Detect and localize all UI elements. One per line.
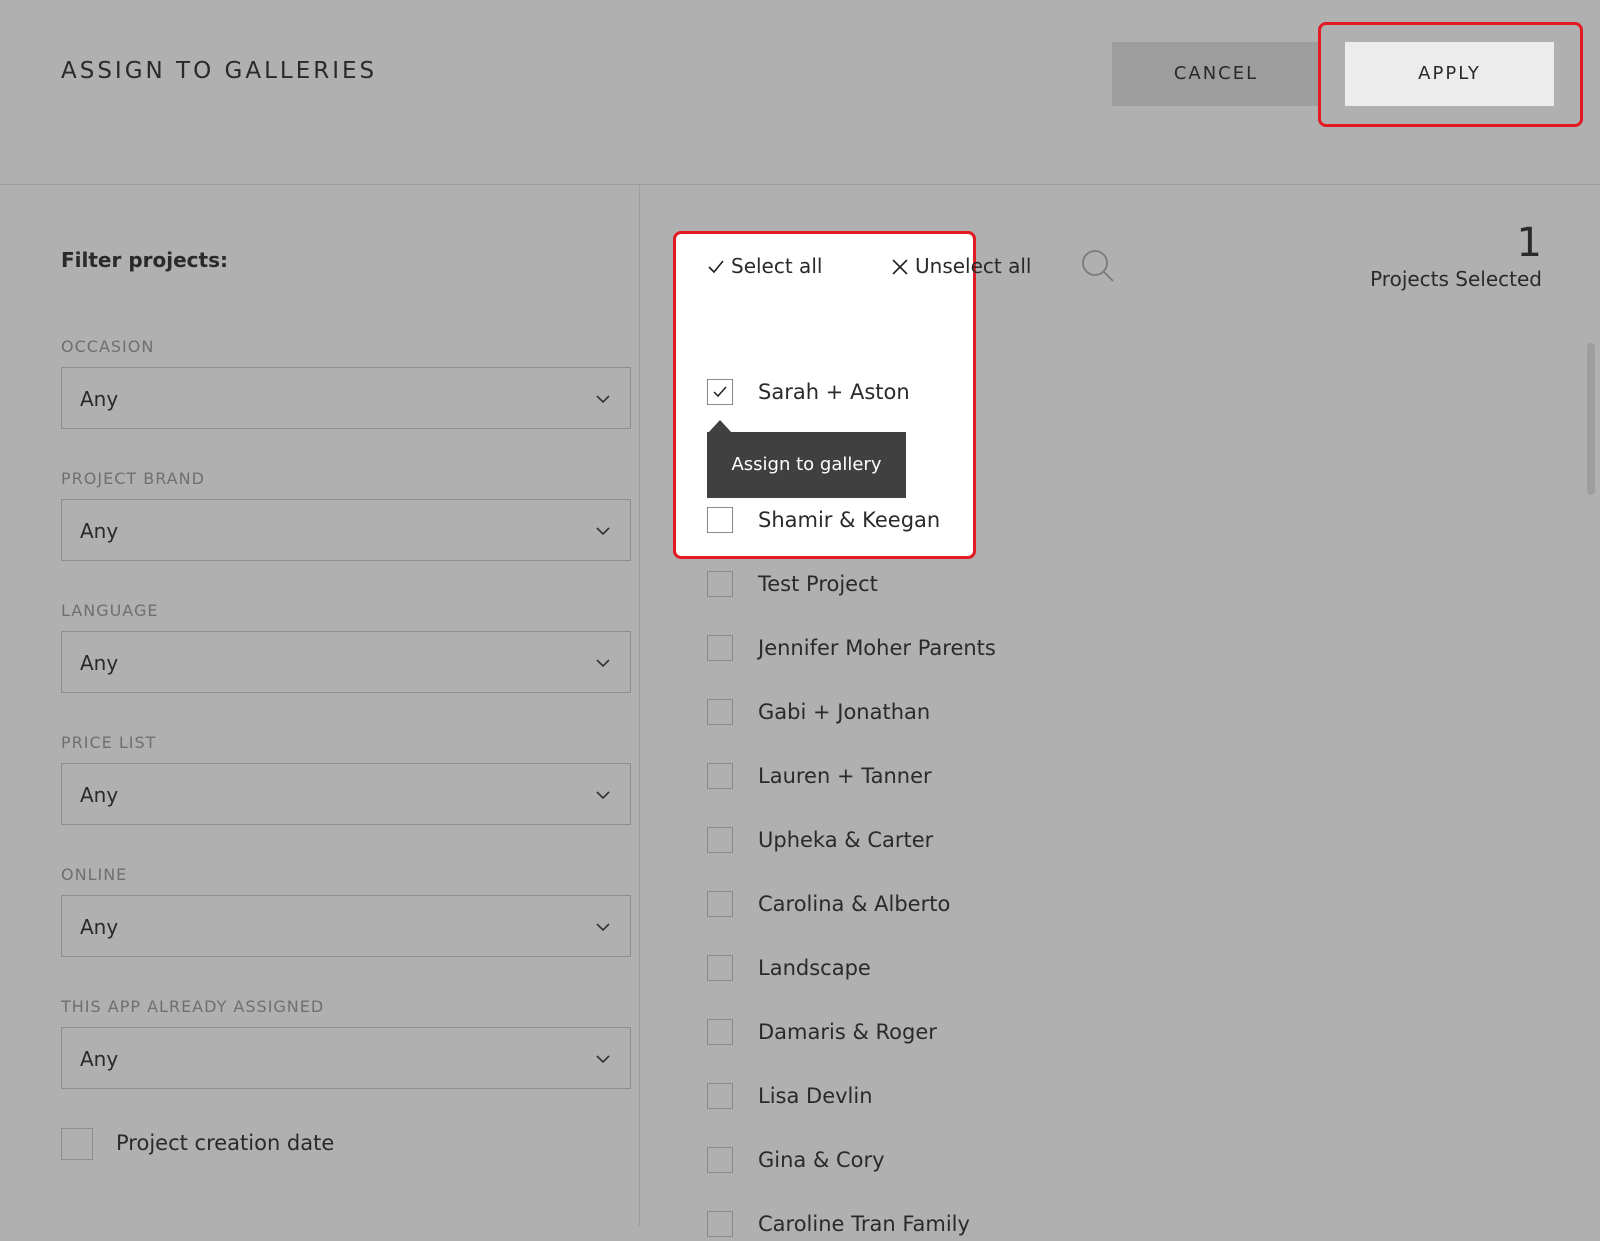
unselect-all-button[interactable]: Unselect all <box>891 254 1031 278</box>
project-row[interactable]: Gabi + Jonathan <box>707 699 1407 729</box>
project-name: Test Project <box>758 572 878 596</box>
project-row[interactable]: Caroline Tran Family <box>707 1211 1407 1241</box>
project-row[interactable]: Landscape <box>707 955 1407 985</box>
project-row[interactable]: Upheka & Carter <box>707 827 1407 857</box>
filter-heading: Filter projects: <box>61 248 228 272</box>
project-name: Landscape <box>758 956 871 980</box>
project-row[interactable]: Shamir & Keegan <box>707 507 1407 537</box>
check-icon <box>713 386 727 398</box>
cancel-button[interactable]: CANCEL <box>1112 42 1320 106</box>
online-label: ONLINE <box>61 865 128 884</box>
project-row[interactable]: Lisa Devlin <box>707 1083 1407 1113</box>
online-select[interactable]: Any <box>61 895 631 957</box>
project-checkbox[interactable] <box>707 763 733 789</box>
unselect-all-label: Unselect all <box>915 254 1032 278</box>
project-checkbox[interactable] <box>707 379 733 405</box>
chevron-down-icon <box>596 527 610 536</box>
price-list-value: Any <box>80 783 119 807</box>
panel-divider <box>639 185 640 1226</box>
project-name: Upheka & Carter <box>758 828 934 852</box>
project-checkbox[interactable] <box>707 827 733 853</box>
search-icon[interactable] <box>1080 248 1116 284</box>
project-name: Sarah + Aston <box>758 380 910 404</box>
occasion-value: Any <box>80 387 119 411</box>
chevron-down-icon <box>596 791 610 800</box>
project-name: Jennifer Moher Parents <box>758 636 996 660</box>
project-name: Shamir & Keegan <box>758 508 941 532</box>
project-checkbox[interactable] <box>707 699 733 725</box>
project-name: Gabi + Jonathan <box>758 700 931 724</box>
project-row[interactable]: Sarah + Aston <box>707 379 1407 409</box>
language-label: LANGUAGE <box>61 601 159 620</box>
creation-date-label: Project creation date <box>116 1131 335 1155</box>
project-row[interactable]: Lauren + Tanner <box>707 763 1407 793</box>
project-brand-value: Any <box>80 519 119 543</box>
selected-label: Projects Selected <box>1370 267 1542 291</box>
chevron-down-icon <box>596 659 610 668</box>
project-row[interactable]: Damaris & Roger <box>707 1019 1407 1049</box>
chevron-down-icon <box>596 923 610 932</box>
creation-date-checkbox[interactable] <box>61 1128 93 1160</box>
chevron-down-icon <box>596 1055 610 1064</box>
project-checkbox[interactable] <box>707 1147 733 1173</box>
project-checkbox[interactable] <box>707 571 733 597</box>
online-value: Any <box>80 915 119 939</box>
project-row[interactable]: Carolina & Alberto <box>707 891 1407 921</box>
price-list-label: PRICE LIST <box>61 733 157 752</box>
selected-count: 1 <box>1516 220 1542 266</box>
project-checkbox[interactable] <box>707 891 733 917</box>
project-checkbox[interactable] <box>707 1083 733 1109</box>
project-name: Carolina & Alberto <box>758 892 951 916</box>
language-select[interactable]: Any <box>61 631 631 693</box>
dialog-title: ASSIGN TO GALLERIES <box>61 58 378 84</box>
price-list-select[interactable]: Any <box>61 763 631 825</box>
close-icon <box>892 259 908 275</box>
project-checkbox[interactable] <box>707 1211 733 1237</box>
project-name: Lauren + Tanner <box>758 764 932 788</box>
check-icon <box>708 260 724 274</box>
project-checkbox[interactable] <box>707 955 733 981</box>
apply-highlight <box>1318 22 1583 127</box>
select-all-label: Select all <box>731 254 823 278</box>
app-assigned-select[interactable]: Any <box>61 1027 631 1089</box>
occasion-label: OCCASION <box>61 337 155 356</box>
project-checkbox[interactable] <box>707 635 733 661</box>
project-checkbox[interactable] <box>707 507 733 533</box>
project-brand-label: PROJECT BRAND <box>61 469 205 488</box>
chevron-down-icon <box>596 395 610 404</box>
project-row[interactable]: Test Project <box>707 571 1407 601</box>
dialog-header: ASSIGN TO GALLERIES CANCEL APPLY <box>0 0 1600 185</box>
app-assigned-label: THIS APP ALREADY ASSIGNED <box>61 997 325 1016</box>
assign-tooltip: Assign to gallery <box>707 432 906 498</box>
project-brand-select[interactable]: Any <box>61 499 631 561</box>
select-all-button[interactable]: Select all <box>707 254 822 278</box>
project-name: Lisa Devlin <box>758 1084 873 1108</box>
project-checkbox[interactable] <box>707 1019 733 1045</box>
project-name: Caroline Tran Family <box>758 1212 970 1236</box>
language-value: Any <box>80 651 119 675</box>
app-assigned-value: Any <box>80 1047 119 1071</box>
project-name: Damaris & Roger <box>758 1020 937 1044</box>
scrollbar[interactable] <box>1587 343 1595 495</box>
project-row[interactable]: Jennifer Moher Parents <box>707 635 1407 665</box>
project-row[interactable]: Gina & Cory <box>707 1147 1407 1177</box>
occasion-select[interactable]: Any <box>61 367 631 429</box>
project-name: Gina & Cory <box>758 1148 885 1172</box>
